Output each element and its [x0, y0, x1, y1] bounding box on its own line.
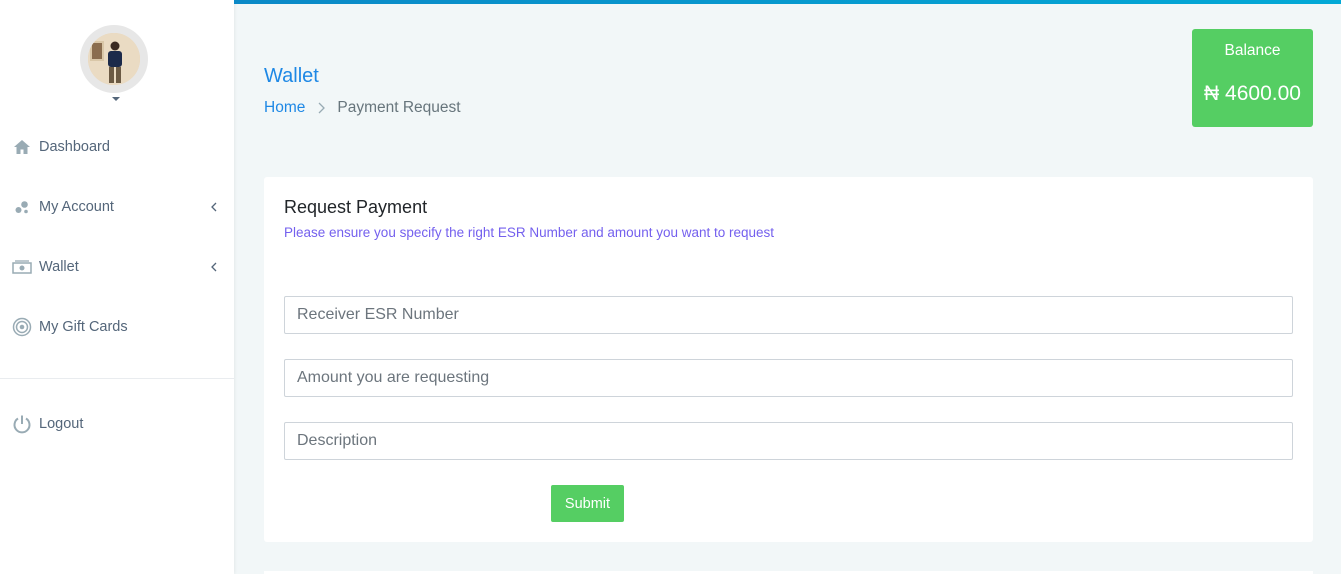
request-payment-card: Request Payment Please ensure you specif…	[264, 177, 1313, 542]
home-icon	[12, 137, 32, 157]
breadcrumb-home-link[interactable]: Home	[264, 99, 305, 117]
sidebar-item-dashboard[interactable]: Dashboard	[0, 127, 234, 167]
avatar[interactable]	[80, 25, 148, 93]
sidebar-item-logout[interactable]: Logout	[0, 404, 234, 444]
profile-dropdown-caret-icon[interactable]	[112, 97, 120, 101]
receiver-esr-number-input[interactable]	[284, 296, 1293, 334]
breadcrumb-current: Payment Request	[337, 99, 461, 116]
submit-button[interactable]: Submit	[551, 485, 624, 522]
target-icon	[12, 317, 32, 337]
amount-input[interactable]	[284, 359, 1293, 397]
avatar-image	[88, 33, 140, 85]
sidebar-item-label: My Gift Cards	[39, 319, 128, 335]
chevron-left-icon	[207, 260, 221, 274]
sidebar-item-my-gift-cards[interactable]: My Gift Cards	[0, 307, 234, 347]
page-title: Wallet	[264, 65, 319, 87]
sidebar: Dashboard My Account Wallet My Gift Card…	[0, 0, 234, 574]
sidebar-divider	[0, 378, 234, 379]
balance-card: Balance ₦ 4600.00	[1192, 29, 1313, 127]
top-accent-bar	[234, 0, 1341, 4]
description-input[interactable]	[284, 422, 1293, 460]
sidebar-item-label: Dashboard	[39, 139, 110, 155]
sidebar-item-label: Logout	[39, 416, 84, 432]
chevron-left-icon	[207, 200, 221, 214]
sidebar-item-label: My Account	[39, 199, 114, 215]
card-subtitle: Please ensure you specify the right ESR …	[284, 225, 775, 240]
balance-label: Balance	[1224, 42, 1281, 59]
sidebar-item-wallet[interactable]: Wallet	[0, 247, 234, 287]
card-title: Request Payment	[284, 197, 428, 217]
money-icon	[12, 257, 32, 277]
bubbles-icon	[12, 197, 32, 217]
balance-value: ₦ 4600.00	[1204, 82, 1301, 105]
chevron-right-icon	[312, 99, 330, 117]
sidebar-item-my-account[interactable]: My Account	[0, 187, 234, 227]
power-icon	[12, 414, 32, 434]
breadcrumb: Home Payment Request	[264, 99, 461, 117]
sidebar-item-label: Wallet	[39, 259, 79, 275]
